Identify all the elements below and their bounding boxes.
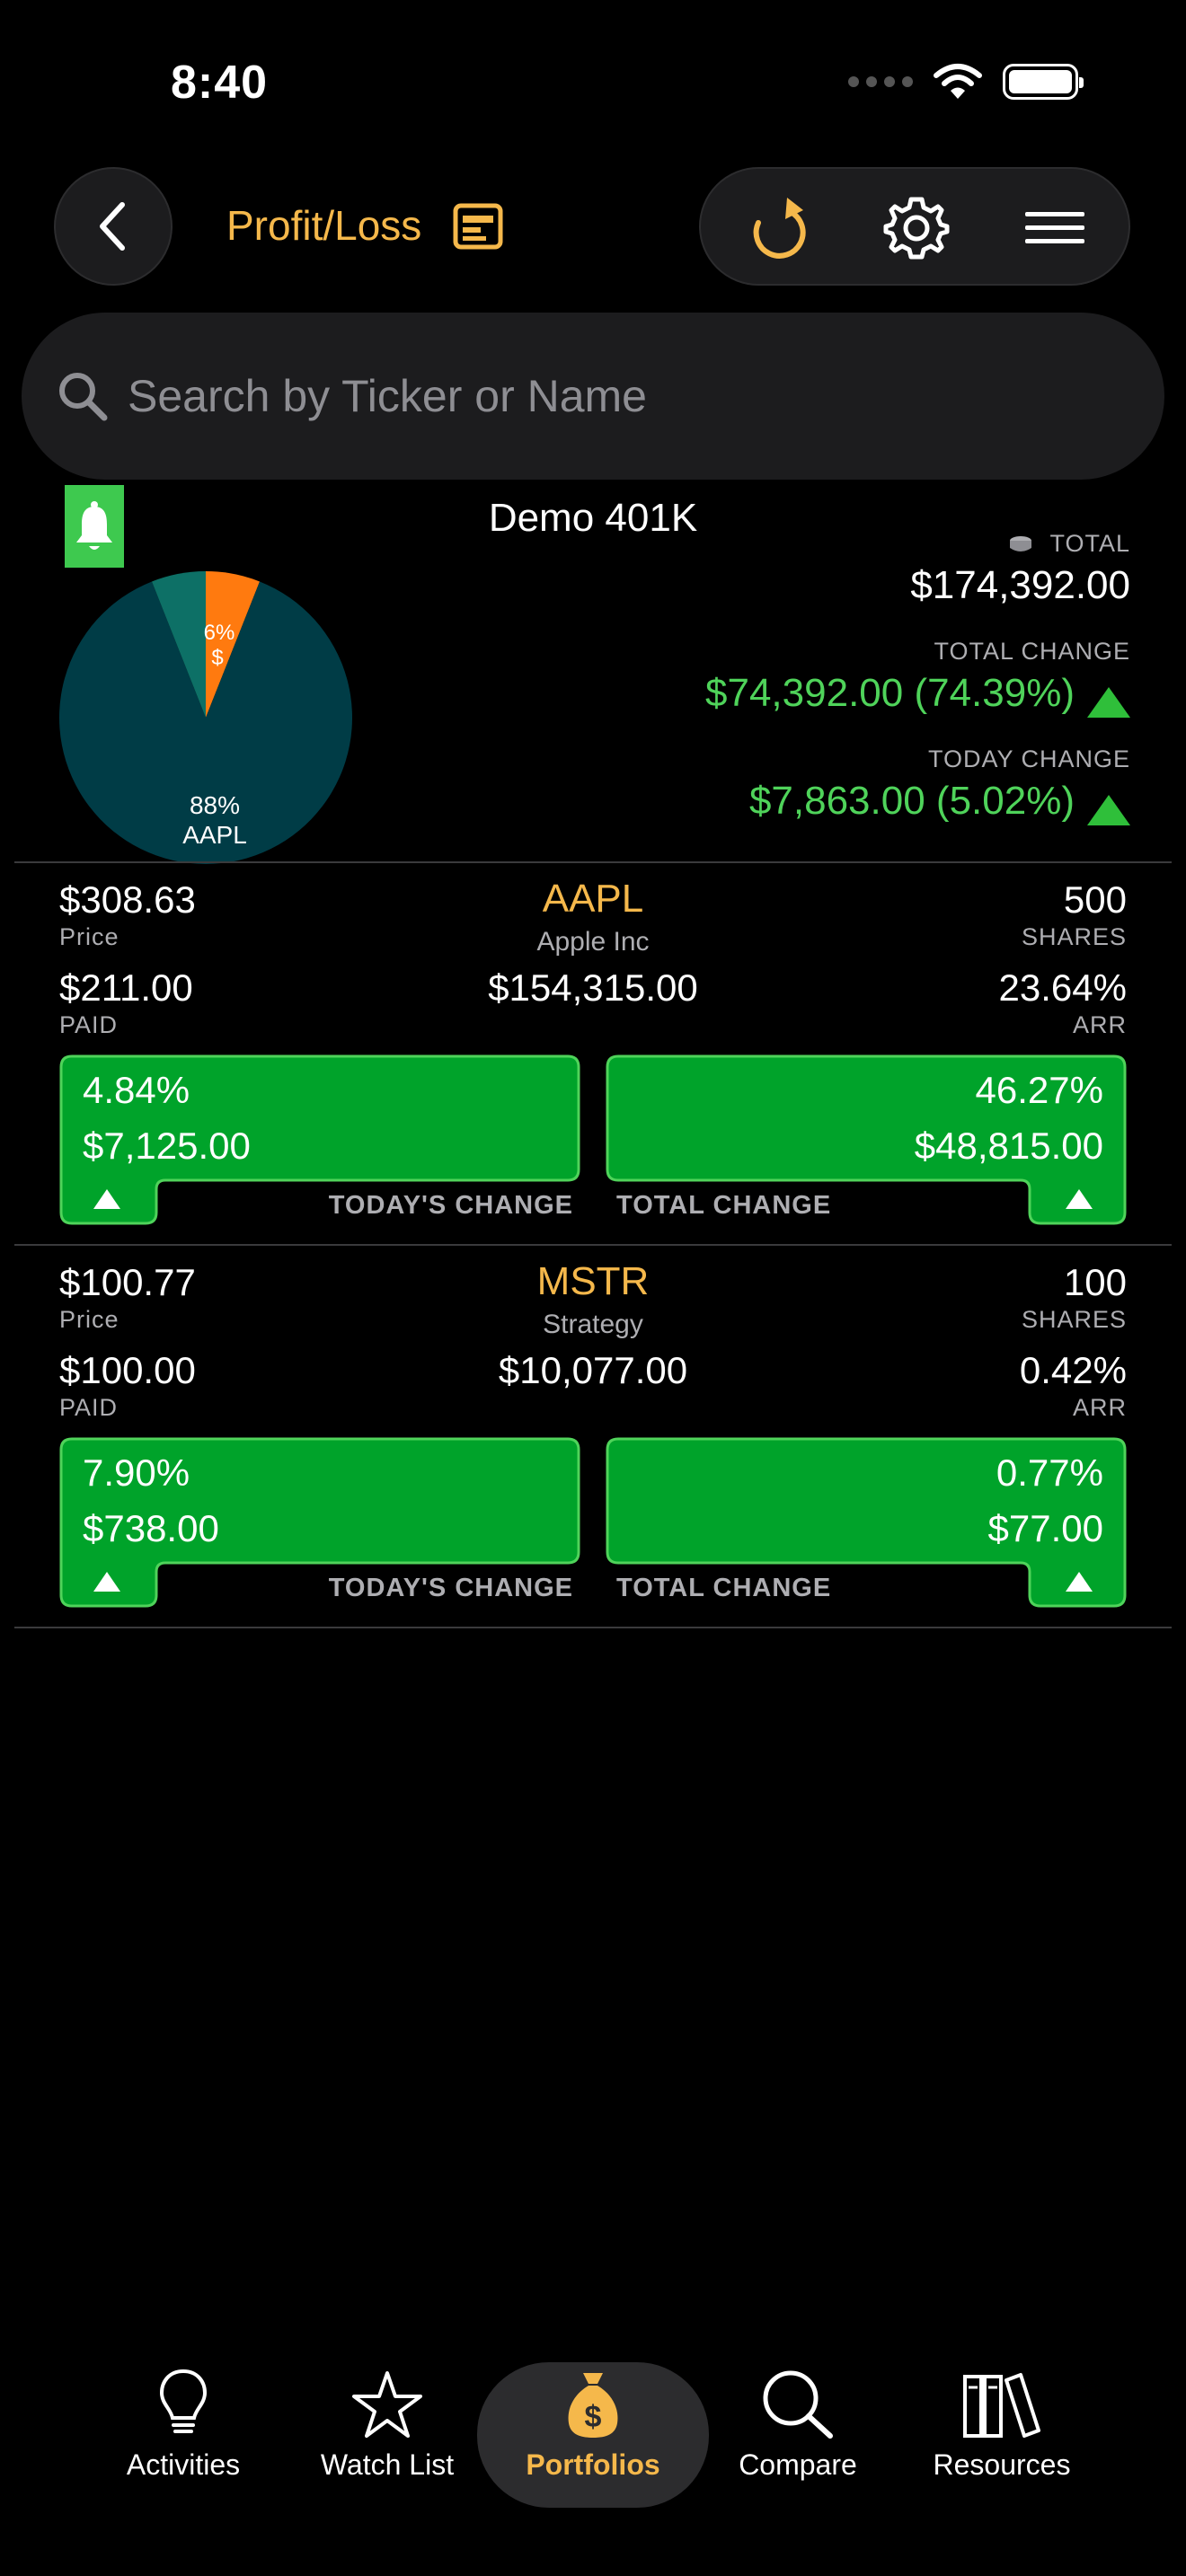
tab-bar: Activities Watch List $ Portfolios Compa… xyxy=(0,2353,1186,2515)
books-icon xyxy=(963,2373,1040,2438)
signal-icon xyxy=(848,76,913,87)
total-change-value: $74,392.00 (74.39%) xyxy=(705,671,1075,715)
divider xyxy=(14,1244,1172,1246)
gear-icon xyxy=(883,197,950,260)
todays-change-label: TODAY'S CHANGE xyxy=(328,1574,573,1602)
total-label: TOTAL xyxy=(1049,530,1130,557)
settings-button[interactable] xyxy=(863,169,970,287)
holding-row[interactable]: $308.63 Price AAPL Apple Inc 500 SHARES … xyxy=(0,868,1186,1248)
magnifier-icon xyxy=(763,2370,833,2439)
holding-company-name: Apple Inc xyxy=(536,927,650,957)
pie-slice-label: $ xyxy=(211,646,223,670)
total-change-box[interactable]: 46.27% $48,815.00 TOTAL CHANGE xyxy=(606,1054,1127,1225)
status-time: 8:40 xyxy=(171,57,269,109)
up-arrow-icon xyxy=(93,1189,120,1209)
tab-portfolios[interactable]: $ Portfolios xyxy=(477,2362,709,2508)
chevron-left-icon xyxy=(100,202,125,251)
today-change-block: TODAY CHANGE $7,863.00 (5.02%) xyxy=(749,745,1130,825)
wifi-icon xyxy=(934,64,982,99)
tab-label: Compare xyxy=(739,2448,857,2481)
holding-shares: 100 xyxy=(1063,1261,1127,1303)
divider xyxy=(14,1627,1172,1628)
battery-icon xyxy=(1003,64,1084,100)
tab-label: Resources xyxy=(933,2448,1071,2481)
pie-slice-label: 88% xyxy=(190,791,240,819)
menu-icon xyxy=(1025,212,1084,243)
pie-slice-label: 6% xyxy=(204,621,235,645)
todays-change-percent: 7.90% xyxy=(83,1451,190,1494)
holding-ticker[interactable]: AAPL xyxy=(0,877,1186,922)
back-button[interactable] xyxy=(54,167,173,286)
up-arrow-icon xyxy=(1087,686,1130,718)
total-change-label: TOTAL CHANGE xyxy=(934,638,1130,665)
status-icons xyxy=(848,63,1084,101)
star-icon xyxy=(352,2371,422,2438)
lightbulb-icon xyxy=(159,2369,208,2433)
menu-button[interactable] xyxy=(1001,169,1109,287)
todays-change-label: TODAY'S CHANGE xyxy=(328,1191,573,1220)
search-bar[interactable] xyxy=(22,313,1164,480)
today-change-value: $7,863.00 (5.02%) xyxy=(748,779,1075,823)
holding-row[interactable]: $100.77 Price MSTR Strategy 100 SHARES $… xyxy=(0,1250,1186,1631)
todays-change-percent: 4.84% xyxy=(83,1069,190,1111)
total-change-label: TOTAL CHANGE xyxy=(616,1191,832,1220)
holding-arr-label: ARR xyxy=(1072,1011,1127,1038)
up-arrow-icon xyxy=(1087,794,1130,825)
holding-arr: 23.64% xyxy=(998,966,1127,1009)
total-change-block: TOTAL CHANGE $74,392.00 (74.39%) xyxy=(705,638,1130,718)
total-change-percent: 46.27% xyxy=(975,1069,1103,1111)
holding-market-value: $10,077.00 xyxy=(498,1349,688,1391)
svg-text:$: $ xyxy=(585,2400,602,2434)
page-title: Profit/Loss xyxy=(226,202,422,249)
holding-shares: 500 xyxy=(1063,878,1127,921)
tab-label: Activities xyxy=(126,2448,241,2481)
holding-arr-label: ARR xyxy=(1072,1394,1127,1421)
action-group xyxy=(699,167,1130,286)
allocation-pie-chart: 88% AAPL 6% $ xyxy=(59,571,353,864)
todays-change-amount: $7,125.00 xyxy=(83,1125,251,1167)
tab-watch-list[interactable]: Watch List xyxy=(279,2353,495,2506)
holding-company-name: Strategy xyxy=(543,1310,643,1339)
todays-change-box[interactable]: 4.84% $7,125.00 TODAY'S CHANGE xyxy=(59,1054,580,1225)
holding-shares-label: SHARES xyxy=(1021,923,1127,950)
holding-paid-label: PAID xyxy=(59,1394,119,1421)
holding-shares-label: SHARES xyxy=(1021,1306,1127,1333)
refresh-button[interactable] xyxy=(724,169,832,287)
search-icon xyxy=(58,371,108,421)
today-change-label: TODAY CHANGE xyxy=(927,745,1130,772)
up-arrow-icon xyxy=(1066,1189,1093,1209)
money-bag-icon: $ xyxy=(568,2373,618,2438)
total-change-amount: $77.00 xyxy=(987,1507,1103,1549)
todays-change-amount: $738.00 xyxy=(83,1507,219,1549)
coins-icon xyxy=(1010,535,1032,551)
tab-label: Watch List xyxy=(320,2448,455,2481)
total-change-percent: 0.77% xyxy=(996,1451,1103,1494)
holding-paid-label: PAID xyxy=(59,1011,119,1038)
holding-ticker[interactable]: MSTR xyxy=(0,1259,1186,1304)
divider xyxy=(14,861,1172,863)
holding-arr: 0.42% xyxy=(1019,1349,1127,1391)
tab-compare[interactable]: Compare xyxy=(690,2353,906,2506)
up-arrow-icon xyxy=(1066,1572,1093,1592)
total-change-amount: $48,815.00 xyxy=(914,1125,1103,1167)
up-arrow-icon xyxy=(93,1572,120,1592)
total-change-box[interactable]: 0.77% $77.00 TOTAL CHANGE xyxy=(606,1437,1127,1608)
total-change-label: TOTAL CHANGE xyxy=(616,1574,832,1602)
pie-slice-label: AAPL xyxy=(182,821,247,849)
search-input[interactable] xyxy=(128,370,1116,422)
tab-activities[interactable]: Activities xyxy=(75,2353,291,2506)
total-value: $174,392.00 xyxy=(910,563,1130,607)
tab-resources[interactable]: Resources xyxy=(894,2353,1110,2506)
total-block: TOTAL $174,392.00 xyxy=(910,530,1130,608)
card-icon[interactable] xyxy=(453,203,503,250)
tab-label: Portfolios xyxy=(526,2448,660,2481)
refresh-icon xyxy=(753,198,806,259)
todays-change-box[interactable]: 7.90% $738.00 TODAY'S CHANGE xyxy=(59,1437,580,1608)
